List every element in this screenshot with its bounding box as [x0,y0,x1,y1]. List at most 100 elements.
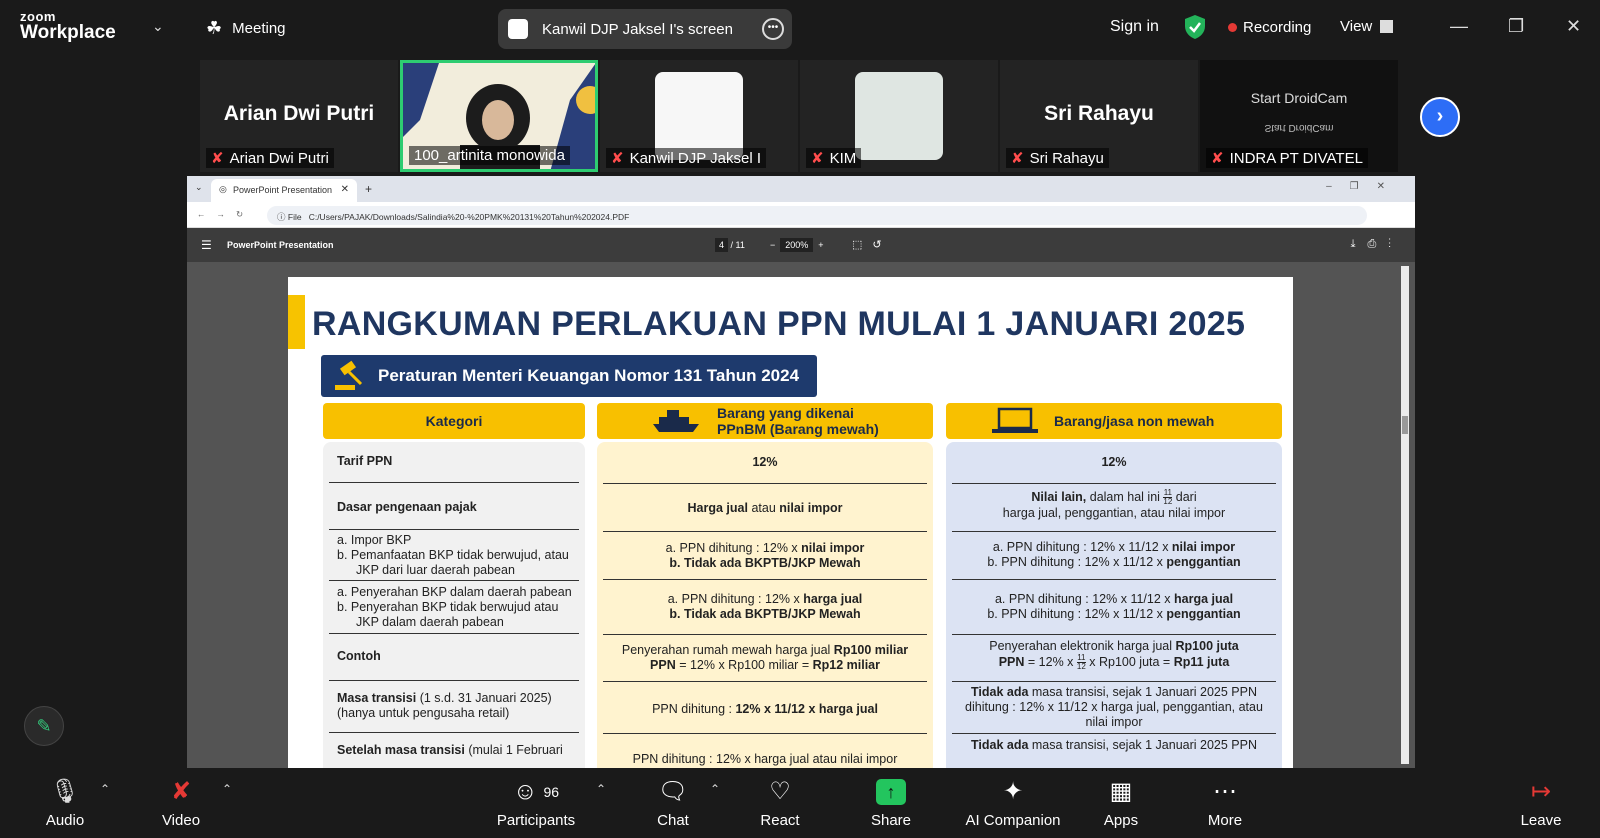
cell-mewah-setelah: PPN dihitung : 12% x harga jual atau nil… [603,734,927,768]
participants-count: 96 [543,784,560,800]
gallery-next-icon[interactable]: › [1420,97,1460,137]
nav-buttons[interactable]: ←→↻ [197,209,254,220]
close-tab-icon[interactable]: ✕ [341,184,349,195]
restore-icon[interactable]: ❐ [1508,16,1524,37]
apps-icon: ▦ [1109,778,1133,805]
participant-tile[interactable]: ✘ KIM [800,60,998,172]
tab-search-icon[interactable]: ⌄ [195,182,203,193]
screen-share-indicator[interactable]: Kanwil DJP Jaksel I's screen ••• [498,9,792,49]
participant-name: Kanwil DJP Jaksel I [629,149,762,167]
value-nonmewah-masa-rest: masa transisi, sejak 1 Januari 2025 PPN [1028,685,1258,699]
value-mewah-dasar-1: Harga jual [687,501,748,515]
label-setelah-bold: Setelah masa transisi [337,743,465,757]
cell-nonmewah-dasar: Nilai lain, dalam hal ini 11 12 dari harg… [952,484,1276,532]
recording-indicator[interactable]: Recording [1228,19,1311,36]
zoom-level[interactable]: 200% [780,238,814,252]
leave-label: Leave [1520,812,1562,829]
fit-rotate-tools[interactable]: ⬚↺ [852,238,892,251]
participants-button[interactable]: ☺ 96 Participants [490,776,582,829]
participant-tile[interactable]: ✘ Kanwil DJP Jaksel I [600,60,798,172]
pdf-page: RANGKUMAN PERLAKUAN PPN MULAI 1 JANUARI … [288,277,1293,768]
slide-title: RANGKUMAN PERLAKUAN PPN MULAI 1 JANUARI … [312,305,1246,343]
annotate-pencil-icon[interactable]: ✎ [24,706,64,746]
view-button[interactable]: View [1340,18,1394,35]
browser-window-controls[interactable]: –❐✕ [1326,181,1403,192]
browser-tab[interactable]: ◎ PowerPoint Presentation ✕ [211,179,357,202]
url-text: C:/Users/PAJAK/Downloads/Salindia%20-%20… [308,212,630,222]
value-mewah-pen-a-bold: harga jual [803,592,863,606]
hamburger-menu-icon[interactable]: ☰ [201,238,212,252]
sign-in-link[interactable]: Sign in [1110,18,1159,36]
participant-tile[interactable]: Arian Dwi Putri ✘ Arian Dwi Putri [200,60,398,172]
fraction-11-12: 11 12 [1076,654,1086,671]
title-accent-bar [288,295,305,349]
more-options-icon[interactable]: ••• [762,18,784,40]
shared-screen: ⌄ ◎ PowerPoint Presentation ✕ + –❐✕ ←→↻ … [187,176,1415,768]
address-bar[interactable]: ⓘ File C:/Users/PAJAK/Downloads/Salindia… [267,206,1367,225]
value-mewah-tarif: 12% [752,455,778,469]
droidcam-text: Start DroidCam [1250,90,1348,106]
ai-companion-button[interactable]: ✦ AI Companion [960,776,1066,829]
cell-nonmewah-impor: a. PPN dihitung : 12% x 11/12 x nilai im… [952,532,1276,580]
page-total: / 11 [730,240,745,250]
video-button[interactable]: ✘ Video [155,776,207,829]
chat-options-caret[interactable]: ⌃ [710,782,720,796]
more-button[interactable]: ⋯ More [1202,776,1248,829]
participant-avatar [855,72,943,160]
leave-button[interactable]: ↦ Leave [1518,776,1564,829]
apps-button[interactable]: ▦ Apps [1098,776,1144,829]
share-screen-icon [508,19,528,39]
page-number-input[interactable]: 4 [715,238,729,252]
value-nonmewah-pen-b-bold: penggantian [1166,607,1241,621]
share-screen-icon: ↑ [864,776,918,808]
download-print-more[interactable]: ⤓⎙⋮ [1351,238,1403,251]
value-mewah-impor-a: a. PPN dihitung : 12% x [665,541,802,555]
label-impor-b2: JKP dari luar daerah pabean [356,563,515,577]
participants-options-caret[interactable]: ⌃ [596,782,606,796]
zoom-control[interactable]: − 200% + [770,238,824,252]
row-setelah: Setelah masa transisi (mulai 1 Februari [329,733,579,768]
paw-icon: ☘ [206,18,223,38]
participant-name-large: Arian Dwi Putri [223,102,375,125]
grid-view-icon [1380,20,1394,33]
page-indicator[interactable]: 4 / 11 [715,238,745,252]
value-nonmewah-impor-b: b. PPN dihitung : 12% x 11/12 x [987,555,1167,569]
participant-label: ✘ Arian Dwi Putri [206,148,334,168]
security-shield-icon[interactable] [1184,14,1206,40]
value-nonmewah-setelah-bold: Tidak ada [970,738,1029,752]
participant-name: 100_artinita monowida [414,147,565,164]
video-options-caret[interactable]: ⌃ [222,782,232,796]
address-bar-row: ←→↻ ⓘ File C:/Users/PAJAK/Downloads/Sali… [187,202,1415,228]
fraction-11-12: 11 12 [1163,489,1173,506]
chat-button[interactable]: 🗨 Chat [648,776,698,829]
minimize-icon[interactable]: — [1450,16,1468,37]
value-nonmewah-contoh-1: Penyerahan elektronik harga jual [989,639,1176,653]
value-nonmewah-setelah-rest: masa transisi, sejak 1 Januari 2025 PPN [1028,738,1258,752]
fraction-denominator: 12 [1163,497,1173,506]
participant-name: INDRA PT DIVATEL [1229,149,1363,167]
share-button[interactable]: ↑ Share [864,776,918,829]
close-icon[interactable]: ✕ [1566,16,1581,37]
participant-tile[interactable]: Start DroidCam Start DroidCam ✘ INDRA PT… [1200,60,1398,172]
laptop-icon [992,407,1038,433]
audio-options-caret[interactable]: ⌃ [100,782,110,796]
audio-button[interactable]: 🎙 Audio [40,776,90,829]
new-tab-icon[interactable]: + [365,182,372,196]
meeting-menu[interactable]: ☘ Meeting [206,18,286,39]
value-mewah-dasar-mid: atau [747,501,780,515]
chevron-down-icon[interactable]: ⌄ [152,18,164,35]
cell-mewah-tarif: 12% [603,442,927,484]
column-non-mewah: 12% Nilai lain, dalam hal ini 11 12 dari … [946,442,1282,768]
regulation-banner: Peraturan Menteri Keuangan Nomor 131 Tah… [321,355,817,397]
heart-icon: ♡ [769,778,791,805]
participant-tile-active-speaker[interactable]: 100_artinita monowida [400,60,598,172]
value-mewah-masa-a: PPN dihitung : [652,702,736,716]
header-nonmewah-text: Barang/jasa non mewah [1054,413,1215,429]
react-button[interactable]: ♡ React [755,776,805,829]
share-label: Share [870,812,912,829]
value-nonmewah-masa-line3: nilai impor [1085,715,1143,729]
scrollbar-thumb[interactable] [1402,416,1408,434]
pdf-scrollbar[interactable] [1401,266,1409,764]
zoom-logo: zoom Workplace [20,10,116,42]
participant-tile[interactable]: Sri Rahayu ✘ Sri Rahayu [1000,60,1198,172]
